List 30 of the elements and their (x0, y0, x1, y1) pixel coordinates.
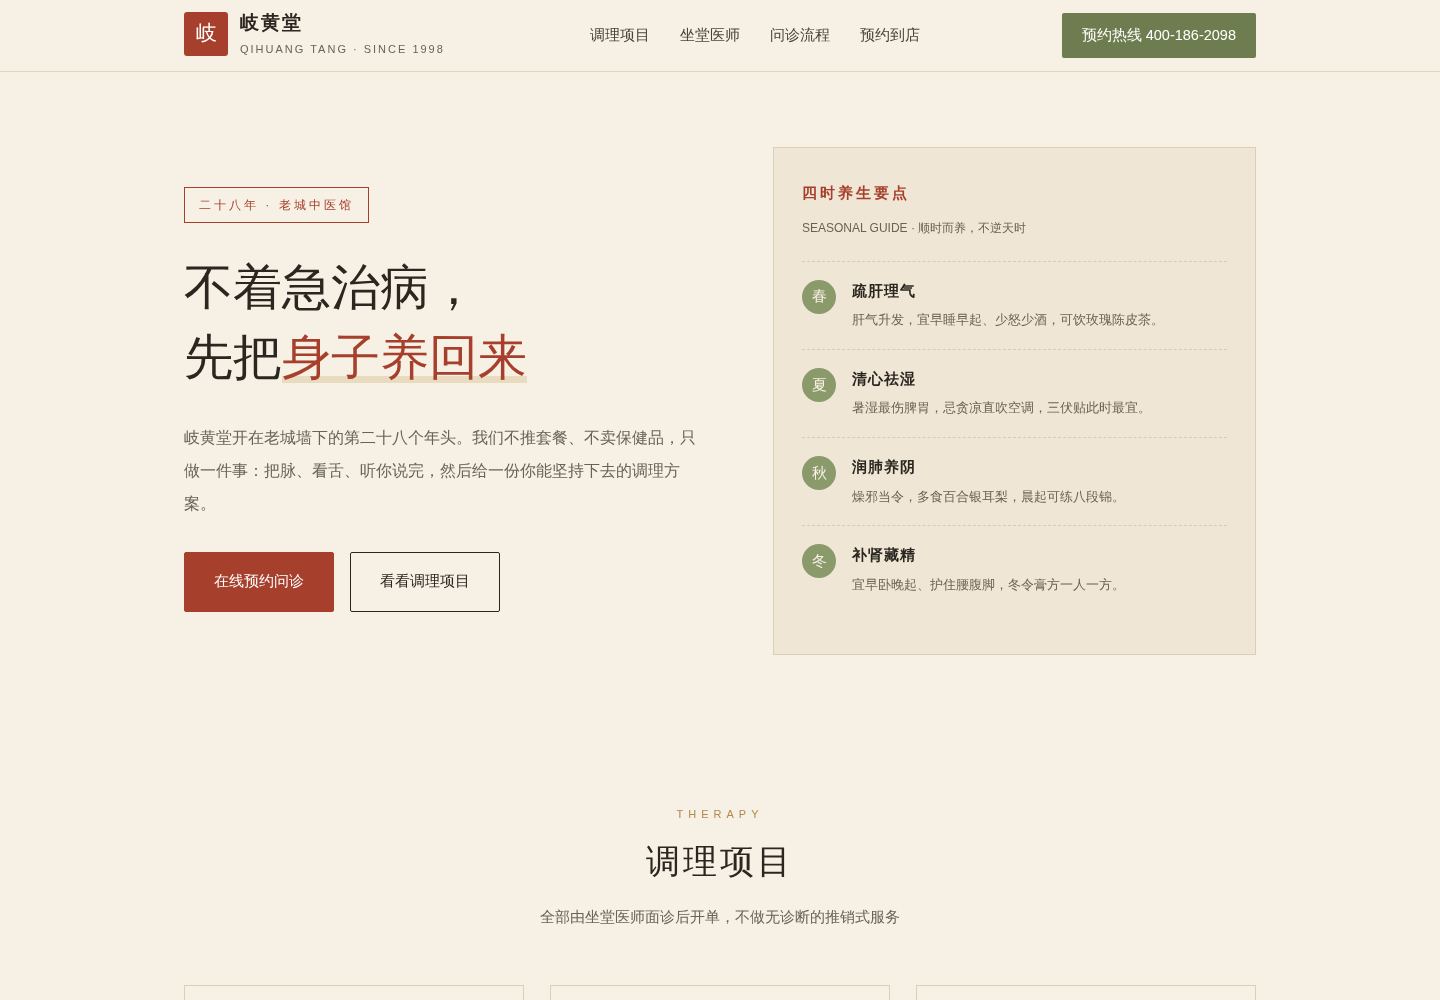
season-text: 暑湿最伤脾胃，忌贪凉直吹空调，三伏贴此时最宜。 (852, 400, 1151, 418)
season-text: 燥邪当令，多食百合银耳梨，晨起可练八段锦。 (852, 488, 1125, 506)
season-text: 宜早卧晚起、护住腰腹脚，冬令膏方一人一方。 (852, 576, 1125, 594)
season-icon: 秋 (802, 456, 836, 490)
season-text: 肝气升发，宜早睡早起、少怒少酒，可饮玫瑰陈皮茶。 (852, 312, 1164, 329)
guide-title: 四时养生要点 (802, 183, 911, 204)
section-eyebrow: THERAPY (676, 806, 764, 822)
brand-name: 岐黄堂 (240, 11, 304, 33)
nav-link[interactable]: 问诊流程 (769, 24, 830, 47)
booking-button[interactable]: 在线预约问诊 (184, 552, 334, 612)
nav-link[interactable]: 预约到店 (859, 24, 920, 47)
nav-link[interactable]: 坐堂医师 (679, 24, 740, 47)
season-title: 润肺养阴 (852, 457, 917, 478)
hero-title: 不着急治病， 先把身子养回来 (184, 258, 528, 388)
nav-link[interactable]: 调理项目 (589, 24, 650, 47)
season-icon: 冬 (802, 544, 836, 579)
projects-button[interactable]: 看看调理项目 (350, 552, 500, 612)
tag-label: 二十八年 · 老城中医馆 (184, 187, 369, 223)
tagline: QIHUANG TANG · SINCE 1998 (240, 41, 445, 57)
section-title: 调理项目 (646, 840, 794, 882)
season-icon: 春 (802, 279, 836, 314)
season-title: 补肾藏精 (852, 545, 917, 567)
logo[interactable]: 岐 (184, 11, 228, 56)
section-subtitle: 全部由坐堂医师面诊后开单，不做无诊断的推销式服务 (540, 908, 900, 928)
season-title: 清心祛湿 (852, 368, 917, 390)
guide-subtitle: SEASONAL GUIDE · 顺时而养，不逆天时 (802, 219, 1028, 237)
season-title: 疏肝理气 (852, 280, 917, 302)
intro-paragraph: 岐黄堂开在老城墙下的第二十八个年头。我们不推套餐、不卖保健品，只做一件事：把脉、看舌、听你说完，然后给一份你能坚持下去的调理方案。 (184, 427, 696, 515)
hotline-button[interactable]: 预约热线 400-186-2098 (1061, 12, 1256, 59)
season-icon: 夏 (802, 367, 836, 402)
